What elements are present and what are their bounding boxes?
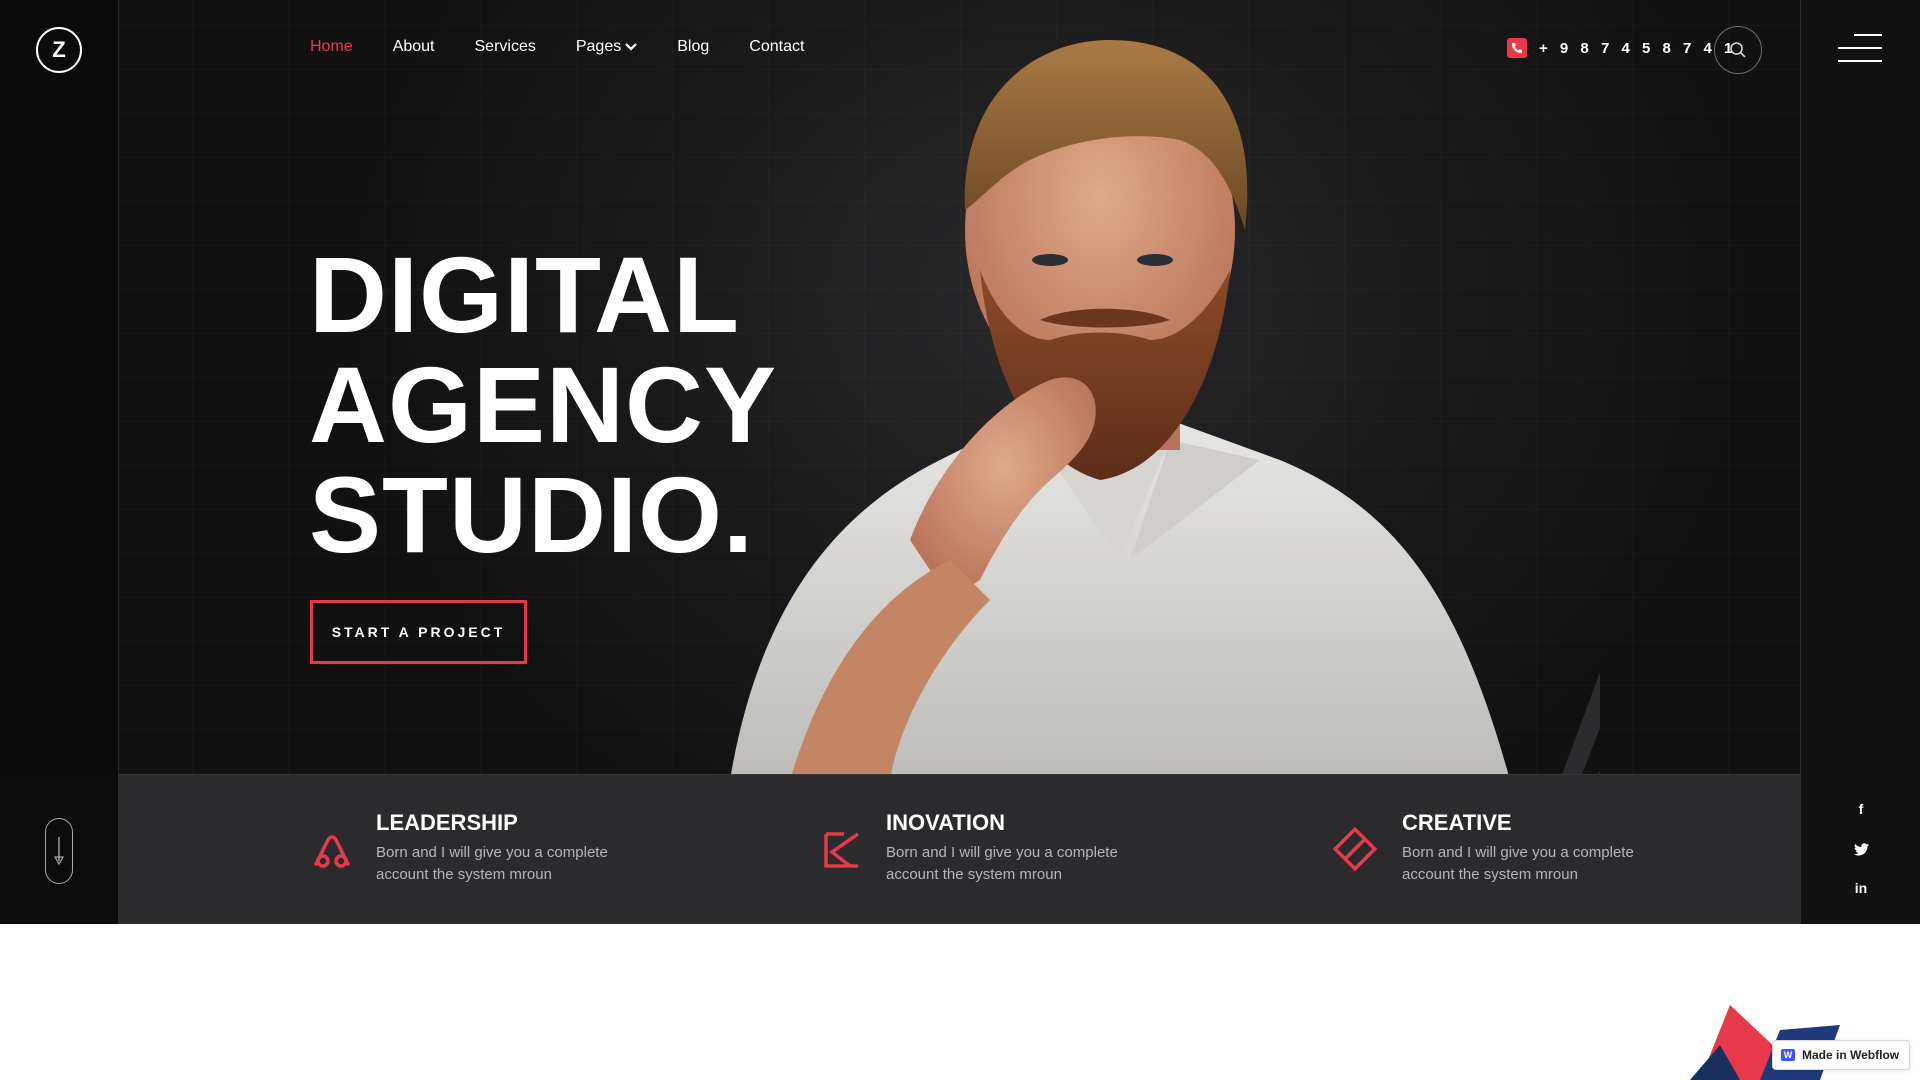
badge-label: Made in Webflow <box>1802 1048 1900 1062</box>
search-icon <box>1730 42 1746 58</box>
phone-icon <box>1507 38 1527 58</box>
facebook-link[interactable]: f <box>1852 800 1870 818</box>
chevron-down-icon <box>625 43 638 51</box>
search-button[interactable] <box>1714 26 1762 74</box>
feature-innovation: INOVATION Born and I will give you a com… <box>820 810 1126 886</box>
nav-services-label: Services <box>474 38 536 55</box>
hamburger-menu-button[interactable] <box>1838 34 1882 64</box>
phone-contact[interactable]: + 9 8 7 4 5 8 7 4 1 <box>1507 38 1736 58</box>
facebook-icon: f <box>1858 801 1864 817</box>
nav-contact-label: Contact <box>749 38 805 55</box>
arrow-down-icon <box>53 837 65 866</box>
innovation-icon <box>824 832 859 868</box>
made-in-webflow-badge[interactable]: W Made in Webflow <box>1772 1040 1910 1070</box>
feature-title: CREATIVE <box>1402 810 1512 835</box>
linkedin-icon: in <box>1854 880 1868 896</box>
nav-about[interactable]: About <box>393 38 435 56</box>
nav-services[interactable]: Services <box>475 38 536 56</box>
feature-title: LEADERSHIP <box>376 810 518 835</box>
feature-text: Born and I will give you a complete acco… <box>886 844 1118 883</box>
nav-about-label: About <box>392 38 435 55</box>
feature-creative: CREATIVE Born and I will give you a comp… <box>1330 810 1642 886</box>
feature-text: Born and I will give you a complete acco… <box>1402 844 1634 883</box>
twitter-link[interactable] <box>1852 840 1870 858</box>
webflow-logo-icon: W <box>1781 1049 1795 1061</box>
nav-contact[interactable]: Contact <box>749 38 804 56</box>
logo-letter: Z <box>52 37 66 62</box>
headline-line: STUDIO. <box>309 454 755 575</box>
hero-portrait <box>731 40 1600 774</box>
nav-blog[interactable]: Blog <box>677 38 709 56</box>
headline-line: DIGITAL <box>309 234 740 355</box>
twitter-icon <box>1853 842 1869 855</box>
start-project-button[interactable]: START A PROJECT <box>310 600 527 664</box>
menu-line-icon <box>1854 34 1882 36</box>
site-logo[interactable]: Z <box>36 27 82 73</box>
feature-title: INOVATION <box>886 810 1005 835</box>
leadership-icon <box>314 835 350 868</box>
menu-line-icon <box>1838 47 1882 49</box>
menu-line-icon <box>1838 60 1882 62</box>
hero-headline: DIGITAL AGENCY STUDIO. <box>309 240 777 570</box>
hero-section <box>0 0 1920 774</box>
nav-pages[interactable]: Pages <box>575 38 638 56</box>
nav-home[interactable]: Home <box>310 38 353 56</box>
nav-home-label: Home <box>310 38 353 55</box>
feature-text: Born and I will give you a complete acco… <box>376 844 608 883</box>
headline-line: AGENCY <box>309 344 778 465</box>
main-nav: Home About Services Pages Blog Contact <box>310 38 804 56</box>
linkedin-link[interactable]: in <box>1852 879 1870 897</box>
phone-number: + 9 8 7 4 5 8 7 4 1 <box>1539 39 1737 57</box>
nav-blog-label: Blog <box>677 38 710 55</box>
nav-pages-label: Pages <box>575 38 622 55</box>
feature-leadership: LEADERSHIP Born and I will give you a co… <box>310 810 616 886</box>
creative-icon <box>1332 826 1378 872</box>
scroll-down-button[interactable] <box>45 818 73 884</box>
